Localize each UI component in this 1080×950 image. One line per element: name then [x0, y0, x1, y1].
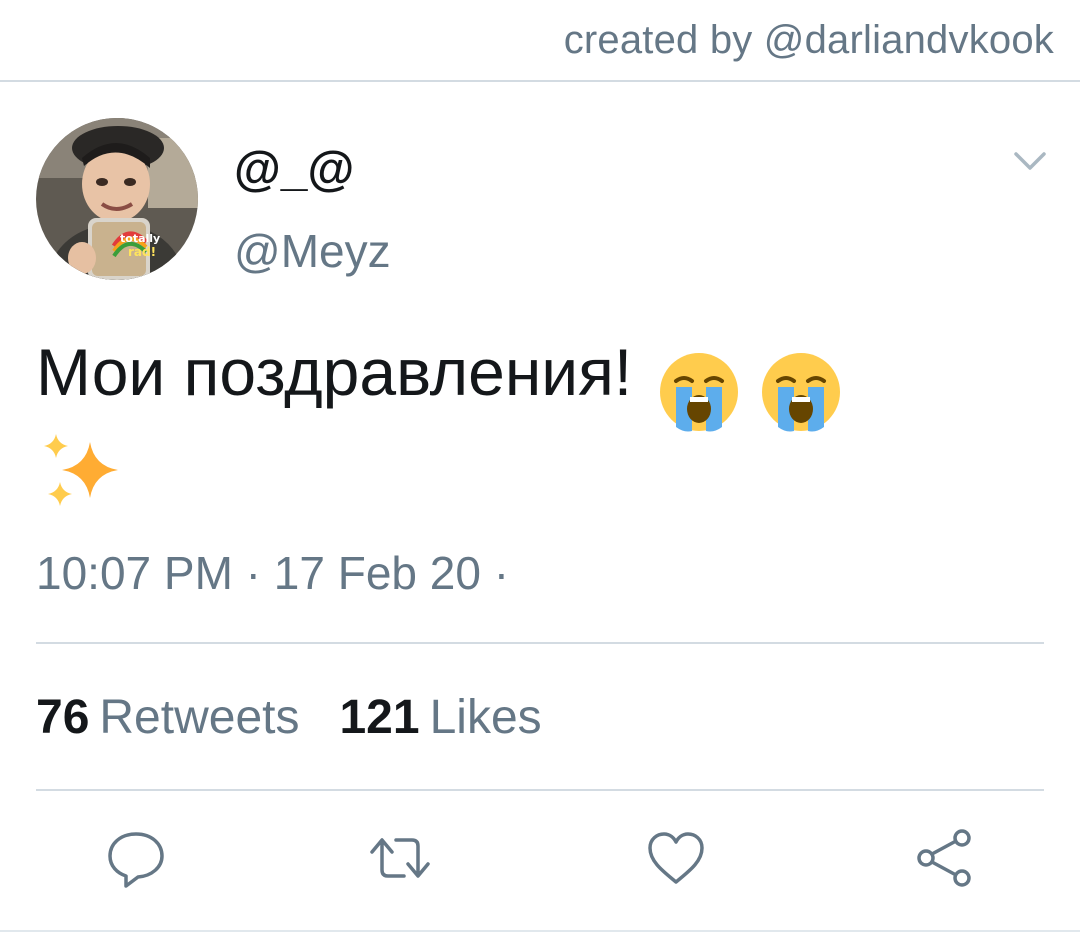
tweet-timestamp[interactable]: 10:07 PM · 17 Feb 20 · [36, 546, 509, 600]
svg-text:rad!: rad! [128, 245, 156, 259]
loudly-crying-face-icon [660, 352, 739, 432]
retweets-count: 76 [36, 691, 90, 744]
likes-stat[interactable]: 121 Likes [339, 691, 541, 744]
share-icon[interactable] [912, 826, 976, 890]
loudly-crying-face-icon [762, 352, 841, 432]
likes-label: Likes [429, 691, 542, 744]
stats-divider-bottom [36, 789, 1044, 791]
header-divider [0, 80, 1080, 82]
watermark-credit: created by @darliandvkook [563, 18, 1054, 62]
footer-divider [0, 930, 1080, 932]
tweet-text-content: Мои поздравления! [36, 335, 633, 409]
chevron-down-icon[interactable] [1010, 146, 1050, 176]
user-handle[interactable]: @Meyz [234, 224, 391, 278]
sparkles-icon [44, 434, 118, 506]
tweet-stats: 76 Retweets 121 Likes [36, 690, 542, 745]
retweets-stat[interactable]: 76 Retweets [36, 691, 299, 744]
tweet-text: Мои поздравления! [36, 328, 1046, 433]
reply-icon[interactable] [104, 826, 168, 890]
likes-count: 121 [339, 691, 420, 744]
retweets-label: Retweets [99, 691, 300, 744]
stats-divider-top [36, 642, 1044, 644]
heart-icon[interactable] [644, 826, 708, 890]
avatar-sticker-text: totally [120, 232, 160, 245]
retweet-icon[interactable] [368, 826, 432, 890]
avatar-image: totally rad! [36, 118, 198, 280]
display-name[interactable]: @_@ [234, 142, 354, 197]
avatar[interactable]: totally rad! [36, 118, 198, 280]
